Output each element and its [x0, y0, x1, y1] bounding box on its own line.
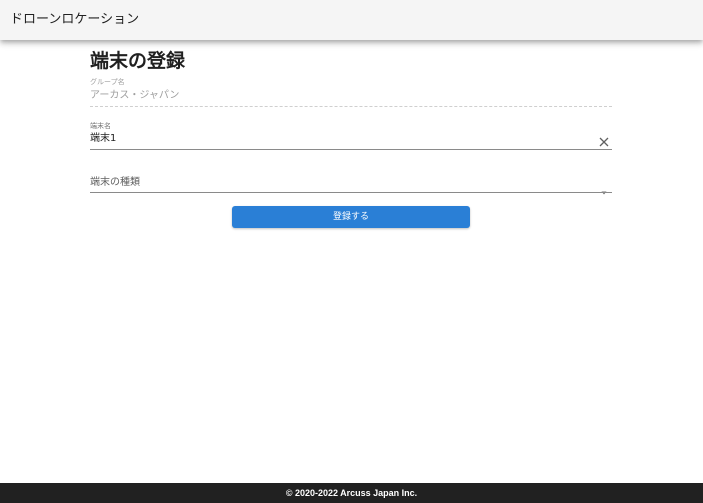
device-name-input[interactable]: 端末1 — [90, 132, 116, 146]
group-name-value: アーカス・ジャパン — [90, 90, 180, 101]
device-name-underline — [90, 149, 612, 150]
device-type-label: 端末の種類 — [90, 177, 140, 188]
group-name-field: グループ名 アーカス・ジャパン — [90, 78, 612, 108]
device-name-field[interactable]: 端末名 端末1 — [90, 122, 612, 152]
device-name-label: 端末名 — [90, 122, 111, 130]
device-type-select[interactable]: 端末の種類 — [90, 176, 612, 196]
app-bar: ドローンロケーション — [0, 0, 703, 40]
group-name-label: グループ名 — [90, 78, 125, 86]
group-name-underline — [90, 106, 612, 107]
copyright-text: © 2020-2022 Arcuss Japan Inc. — [285, 488, 418, 498]
register-button[interactable]: 登録する — [232, 206, 470, 228]
app-title: ドローンロケーション — [10, 12, 140, 27]
dropdown-arrow-icon[interactable] — [600, 181, 608, 195]
close-icon[interactable] — [598, 133, 610, 147]
page-title: 端末の登録 — [90, 50, 186, 72]
footer: © 2020-2022 Arcuss Japan Inc. — [0, 483, 703, 503]
device-type-underline — [90, 192, 612, 193]
